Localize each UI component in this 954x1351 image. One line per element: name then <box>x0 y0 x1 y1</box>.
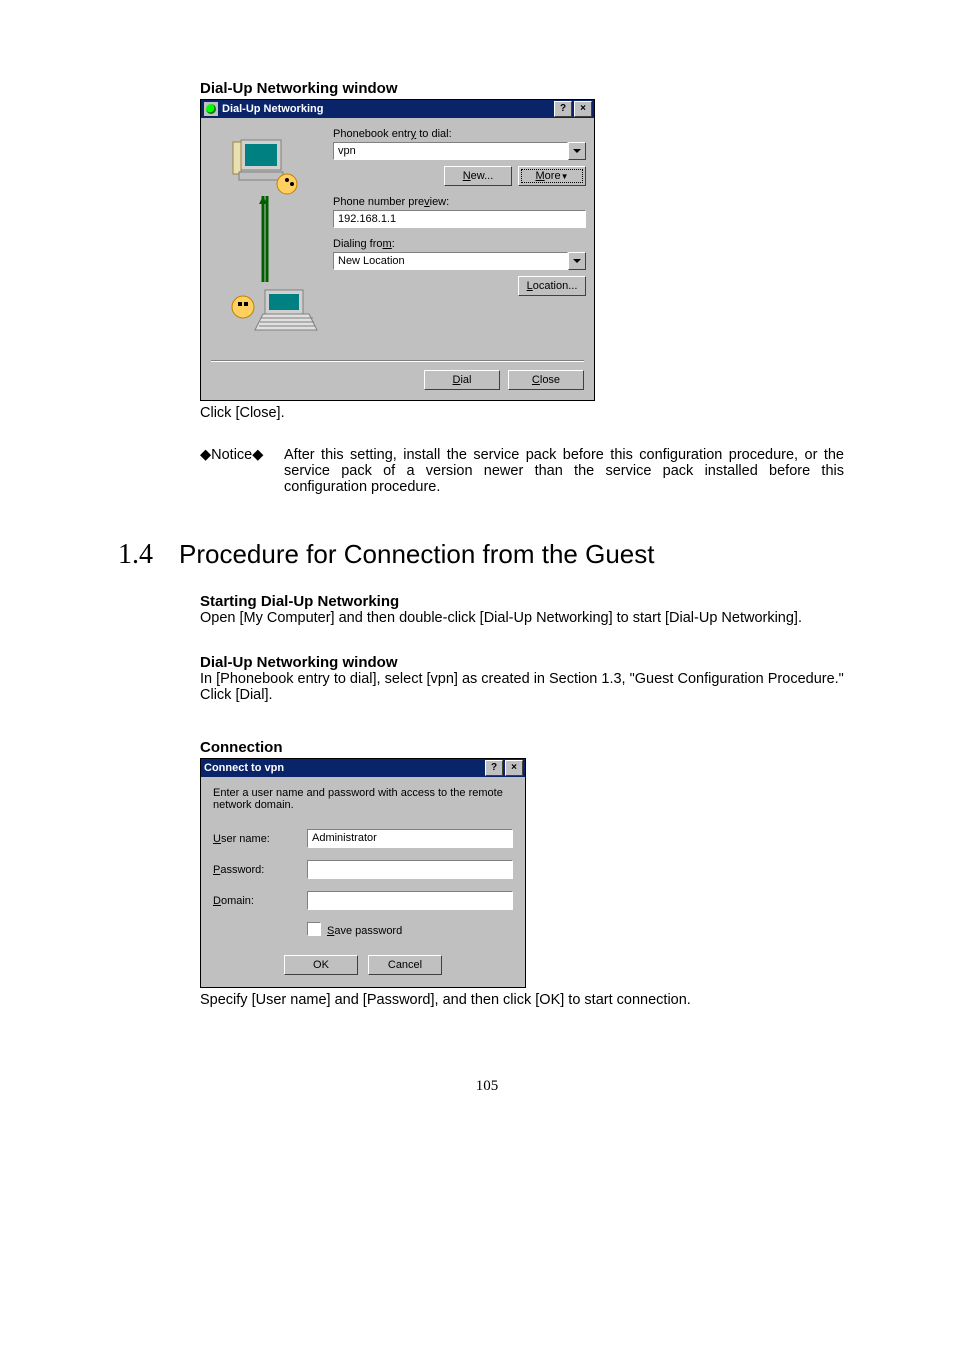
from-dropdown[interactable]: New Location <box>333 252 568 270</box>
dun-illustration <box>209 124 327 342</box>
notice-text: After this setting, install the service … <box>284 447 844 495</box>
phonebook-dropdown[interactable]: vpn <box>333 142 568 160</box>
notice-label: ◆Notice◆ <box>200 447 284 495</box>
save-password-checkbox[interactable] <box>307 922 321 936</box>
dun-app-icon <box>204 102 218 116</box>
start-heading: Starting Dial-Up Networking <box>200 593 844 610</box>
ok-button[interactable]: OK <box>284 955 358 975</box>
connect-title-text: Connect to vpn <box>204 762 483 774</box>
username-label: User name: <box>213 833 303 845</box>
close-icon[interactable]: × <box>574 101 592 117</box>
start-text: Open [My Computer] and then double-click… <box>200 610 844 626</box>
dun-caption: Dial-Up Networking window <box>200 80 844 97</box>
phonebook-label: Phonebook entry to dial: <box>333 128 586 140</box>
from-label: Dialing from: <box>333 238 586 250</box>
dial-button[interactable]: Dial <box>424 370 500 390</box>
section-heading: 1.4 Procedure for Connection from the Gu… <box>118 539 844 571</box>
cancel-button[interactable]: Cancel <box>368 955 442 975</box>
dunwin-text2: Click [Dial]. <box>200 687 844 703</box>
dun-title-text: Dial-Up Networking <box>222 103 552 115</box>
new-button[interactable]: New... <box>444 166 512 186</box>
save-password-row[interactable]: Save password <box>307 922 513 937</box>
connect-instruction: Enter a user name and password with acce… <box>213 787 513 811</box>
page-number: 105 <box>130 1078 844 1095</box>
preview-label: Phone number preview: <box>333 196 586 208</box>
password-label: Password: <box>213 864 303 876</box>
connect-titlebar: Connect to vpn ? × <box>201 759 525 777</box>
dunwin-text: In [Phonebook entry to dial], select [vp… <box>200 671 844 687</box>
location-button[interactable]: Location... <box>518 276 586 296</box>
chevron-down-icon[interactable] <box>568 142 586 160</box>
connect-after-text: Specify [User name] and [Password], and … <box>200 992 844 1008</box>
help-icon[interactable]: ? <box>554 101 572 117</box>
dunwin-heading: Dial-Up Networking window <box>200 654 844 671</box>
help-icon[interactable]: ? <box>485 760 503 776</box>
section-title: Procedure for Connection from the Guest <box>179 539 654 570</box>
more-button[interactable]: More ▼ <box>518 166 586 186</box>
section-number: 1.4 <box>118 539 153 571</box>
domain-field[interactable] <box>307 891 513 910</box>
username-field[interactable]: Administrator <box>307 829 513 848</box>
chevron-down-icon[interactable] <box>568 252 586 270</box>
password-field[interactable] <box>307 860 513 879</box>
dun-dialog: Dial-Up Networking ? × <box>200 99 595 401</box>
close-icon[interactable]: × <box>505 760 523 776</box>
preview-field[interactable]: 192.168.1.1 <box>333 210 586 228</box>
close-button[interactable]: Close <box>508 370 584 390</box>
connect-dialog: Connect to vpn ? × Enter a user name and… <box>200 758 526 988</box>
connection-caption: Connection <box>200 739 844 756</box>
dun-titlebar: Dial-Up Networking ? × <box>201 100 594 118</box>
domain-label: Domain: <box>213 895 303 907</box>
click-close-text: Click [Close]. <box>200 405 844 421</box>
